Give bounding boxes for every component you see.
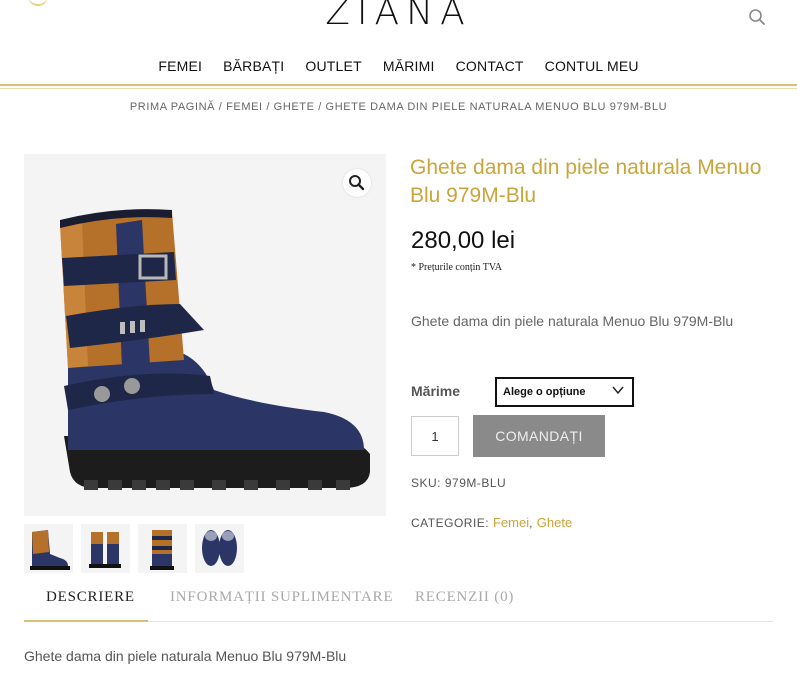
breadcrumb-current: GHETE DAMA DIN PIELE NATURALA MENUO BLU … bbox=[325, 101, 668, 113]
nav-item-contul-meu[interactable]: CONTUL MEU bbox=[534, 58, 649, 74]
thumbnail-2[interactable] bbox=[81, 524, 130, 573]
size-select[interactable]: Alege o opțiune bbox=[495, 377, 634, 407]
boot-illustration bbox=[24, 154, 386, 516]
breadcrumb: PRIMA PAGINĂ / FEMEI / GHETE / GHETE DAM… bbox=[0, 101, 797, 113]
main-navigation: FEMEI BĂRBAȚI OUTLET MĂRIMI CONTACT CONT… bbox=[0, 58, 797, 74]
site-logo[interactable]: ZIANA bbox=[0, 0, 797, 33]
product-sku: SKU: 979M-BLU bbox=[411, 476, 506, 490]
vat-note: * Prețurile conțin TVA bbox=[411, 262, 503, 273]
tab-descriere[interactable]: DESCRIERE bbox=[46, 589, 135, 606]
tab-informatii-suplimentare[interactable]: INFORMAȚII SUPLIMENTARE bbox=[170, 589, 393, 606]
category-separator: , bbox=[529, 516, 537, 530]
chevron-down-icon bbox=[612, 386, 624, 395]
nav-item-barbati[interactable]: BĂRBAȚI bbox=[213, 58, 295, 74]
thumbnail-1[interactable] bbox=[24, 524, 73, 573]
search-icon[interactable] bbox=[748, 8, 766, 26]
nav-item-femei[interactable]: FEMEI bbox=[148, 58, 213, 74]
sku-value: 979M-BLU bbox=[444, 476, 507, 490]
header-divider-thin bbox=[0, 88, 797, 89]
nav-item-outlet[interactable]: OUTLET bbox=[295, 58, 372, 74]
product-main-image[interactable] bbox=[24, 154, 386, 516]
thumbnail-strip bbox=[24, 524, 244, 573]
description-text: Ghete dama din piele naturala Menuo Blu … bbox=[24, 648, 347, 664]
breadcrumb-separator: / bbox=[314, 101, 326, 113]
breadcrumb-separator: / bbox=[215, 101, 227, 113]
product-price: 280,00 lei bbox=[411, 227, 516, 254]
tab-recenzii[interactable]: RECENZII (0) bbox=[415, 589, 514, 606]
nav-item-contact[interactable]: CONTACT bbox=[445, 58, 534, 74]
product-short-description: Ghete dama din piele naturala Menuo Blu … bbox=[411, 313, 734, 329]
breadcrumb-separator: / bbox=[262, 101, 274, 113]
breadcrumb-home[interactable]: PRIMA PAGINĂ bbox=[130, 101, 215, 113]
breadcrumb-femei[interactable]: FEMEI bbox=[226, 101, 263, 113]
size-label: Mărime bbox=[411, 383, 461, 399]
product-categories: CATEGORIE: Femei, Ghete bbox=[411, 515, 572, 530]
zoom-icon[interactable] bbox=[343, 169, 371, 197]
category-link-ghete[interactable]: Ghete bbox=[537, 515, 572, 530]
product-tabs: DESCRIERE INFORMAȚII SUPLIMENTARE RECENZ… bbox=[24, 589, 773, 622]
thumbnail-4[interactable] bbox=[195, 524, 244, 573]
category-label: CATEGORIE: bbox=[411, 516, 490, 530]
quantity-input[interactable] bbox=[411, 416, 459, 456]
header-divider bbox=[0, 84, 797, 86]
breadcrumb-ghete[interactable]: GHETE bbox=[274, 101, 315, 113]
sku-label: SKU: bbox=[411, 476, 442, 490]
thumbnail-3[interactable] bbox=[138, 524, 187, 573]
category-link-femei[interactable]: Femei bbox=[493, 515, 529, 530]
product-title: Ghete dama din piele naturala Menuo Blu … bbox=[410, 156, 762, 207]
order-button[interactable]: COMANDAȚI bbox=[473, 415, 605, 457]
size-select-value: Alege o opțiune bbox=[503, 386, 586, 398]
active-tab-indicator bbox=[24, 620, 148, 622]
nav-item-marimi[interactable]: MĂRIMI bbox=[372, 58, 445, 74]
